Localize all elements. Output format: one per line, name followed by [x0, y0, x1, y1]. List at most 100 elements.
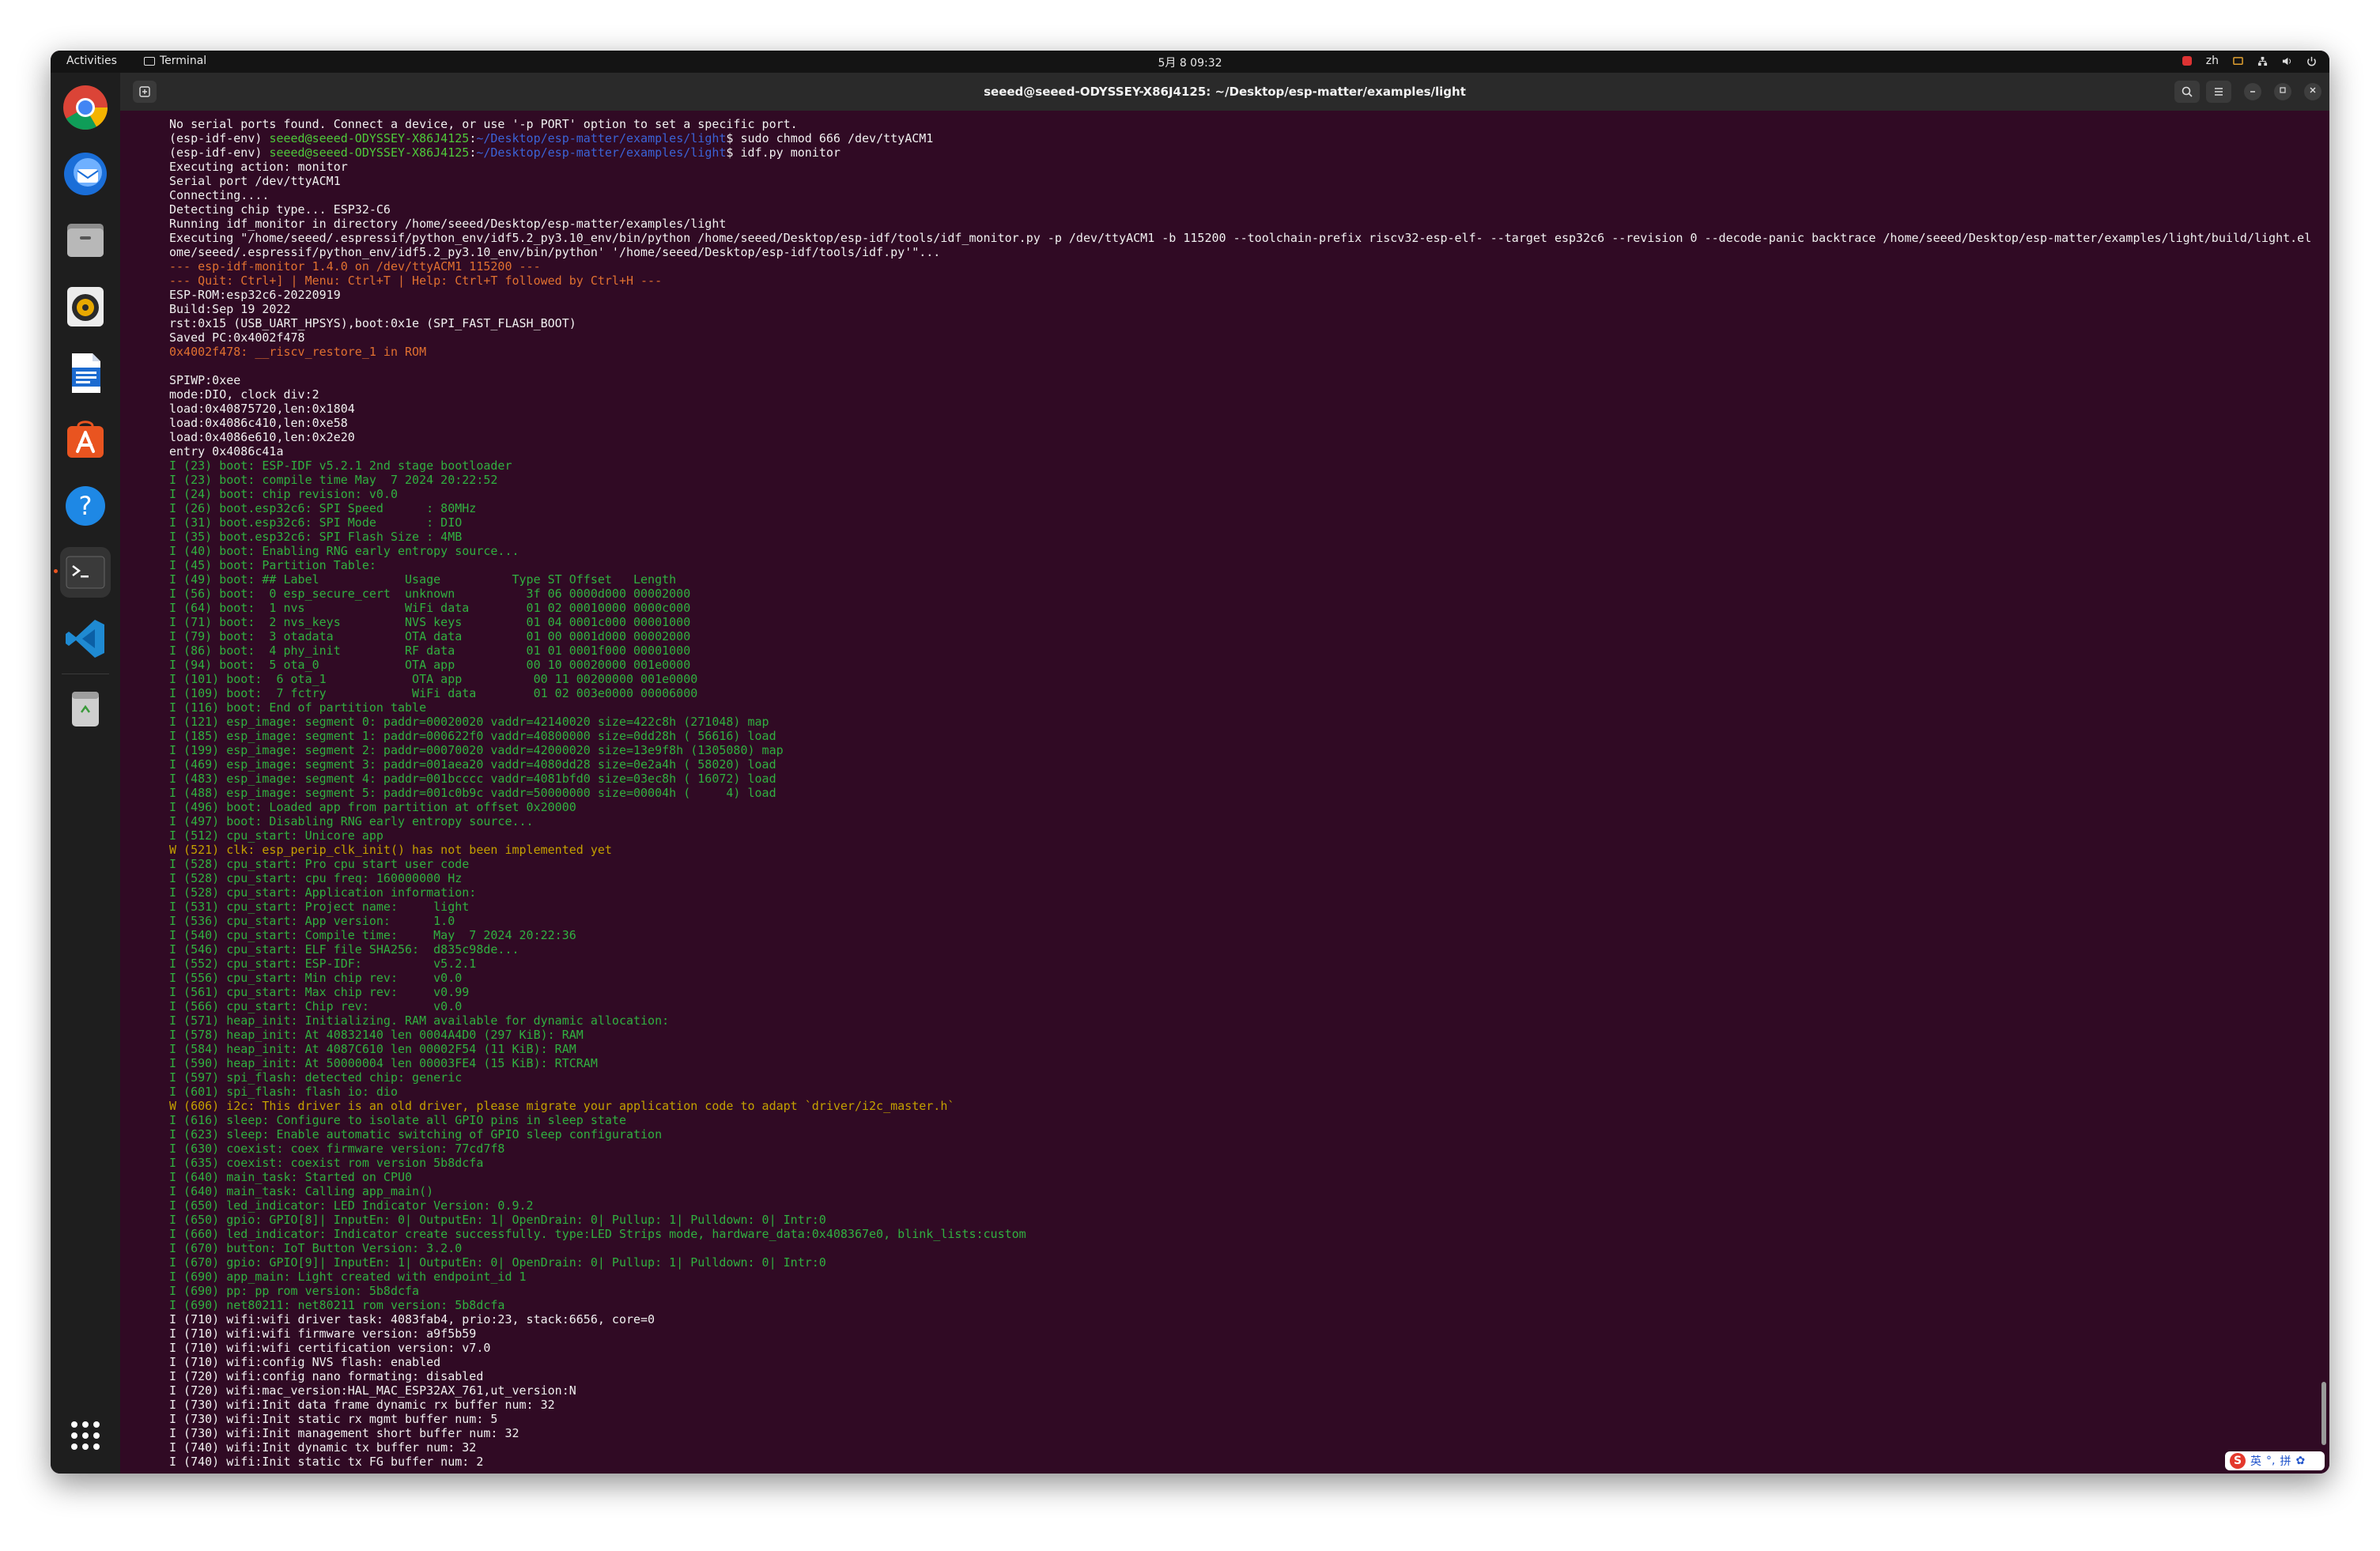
terminal-line: Serial port /dev/ttyACM1	[169, 174, 341, 188]
terminal-line: Build:Sep 19 2022	[169, 302, 291, 316]
terminal-line: I (740) wifi:Init static tx FG buffer nu…	[169, 1455, 484, 1469]
terminal-line: I (116) boot: End of partition table	[169, 700, 427, 715]
terminal-line: I (690) net80211: net80211 rom version: …	[169, 1298, 505, 1312]
app-center-icon[interactable]	[60, 414, 111, 465]
app-menu-label: Terminal	[160, 55, 207, 67]
thunderbird-icon[interactable]	[60, 149, 111, 199]
ime-punct[interactable]: °,	[2266, 1455, 2275, 1467]
terminal-line: Executing "/home/seeed/.espressif/python…	[169, 231, 2310, 245]
terminal-line: I (730) wifi:Init static rx mgmt buffer …	[169, 1412, 498, 1426]
terminal-icon[interactable]	[60, 547, 111, 598]
terminal-line: load:0x4086c410,len:0xe58	[169, 416, 348, 430]
terminal-line: I (670) button: IoT Button Version: 3.2.…	[169, 1241, 463, 1255]
writer-icon[interactable]	[60, 348, 111, 398]
terminal-small-icon	[144, 56, 155, 66]
terminal-line: No serial ports found. Connect a device,…	[169, 117, 798, 131]
power-icon[interactable]	[2306, 56, 2317, 66]
running-indicator	[54, 569, 58, 573]
terminal-line: I (630) coexist: coex firmware version: …	[169, 1142, 505, 1156]
terminal-line: I (601) spi_flash: flash io: dio	[169, 1085, 398, 1099]
terminal-line: I (121) esp_image: segment 0: paddr=0002…	[169, 715, 769, 729]
network-icon[interactable]	[2257, 56, 2268, 66]
terminal-line: --- esp-idf-monitor 1.4.0 on /dev/ttyACM…	[169, 259, 541, 274]
scrollbar-thumb[interactable]	[2321, 1382, 2326, 1445]
rhythmbox-icon[interactable]	[60, 281, 111, 332]
prompt-env: (esp-idf-env)	[169, 131, 270, 145]
terminal-line: I (730) wifi:Init management short buffe…	[169, 1426, 519, 1440]
notification-icon[interactable]	[2233, 56, 2243, 66]
minimize-icon	[2250, 91, 2255, 92]
terminal-line: I (561) cpu_start: Max chip rev: v0.99	[169, 985, 470, 999]
terminal-line: I (740) wifi:Init dynamic tx buffer num:…	[169, 1440, 477, 1455]
sogou-logo-icon[interactable]: S	[2230, 1453, 2246, 1469]
vscode-icon[interactable]	[60, 613, 111, 664]
terminal-line: I (109) boot: 7 fctry WiFi data 01 02 00…	[169, 686, 698, 700]
terminal-line: I (24) boot: chip revision: v0.0	[169, 487, 398, 501]
ime-lang[interactable]: 英	[2250, 1453, 2261, 1469]
terminal-line: I (710) wifi:wifi driver task: 4083fab4,…	[169, 1312, 655, 1326]
terminal-line: I (650) led_indicator: LED Indicator Ver…	[169, 1198, 534, 1213]
help-icon[interactable]: ?	[60, 481, 111, 531]
system-tray[interactable]: zh	[2182, 55, 2317, 67]
prompt-path: ~/Desktop/esp-matter/examples/light	[476, 131, 727, 145]
ime-mode[interactable]: 拼	[2280, 1453, 2291, 1469]
terminal-line: 0x4002f478: __riscv_restore_1 in ROM	[169, 345, 427, 359]
terminal-line: I (640) main_task: Started on CPU0	[169, 1170, 413, 1184]
trash-icon[interactable]	[60, 683, 111, 734]
terminal-line: I (23) boot: ESP-IDF v5.2.1 2nd stage bo…	[169, 459, 512, 473]
dock: ?	[51, 73, 120, 1474]
minimize-button[interactable]	[2244, 83, 2261, 100]
ime-settings-icon[interactable]: ✿	[2295, 1455, 2305, 1467]
terminal-titlebar[interactable]: seeed@seeed-ODYSSEY-X86J4125: ~/Desktop/…	[120, 73, 2329, 111]
terminal-line: load:0x40875720,len:0x1804	[169, 402, 355, 416]
terminal-line: ome/seeed/.espressif/python_env/idf5.2_p…	[169, 245, 941, 259]
terminal-line: I (566) cpu_start: Chip rev: v0.0	[169, 999, 463, 1013]
terminal-line: I (199) esp_image: segment 2: paddr=0007…	[169, 743, 784, 757]
close-button[interactable]	[2304, 83, 2321, 100]
terminal-line: I (616) sleep: Configure to isolate all …	[169, 1113, 626, 1127]
terminal-line: I (660) led_indicator: Indicator create …	[169, 1227, 1026, 1241]
desktop-screen: Activities Terminal 5月 8 09:32 zh ? seee…	[51, 51, 2329, 1474]
terminal-line: I (571) heap_init: Initializing. RAM ava…	[169, 1013, 670, 1028]
ime-status-icon[interactable]	[2182, 56, 2192, 66]
terminal-line: I (690) pp: pp rom version: 5b8dcfa	[169, 1284, 420, 1298]
terminal-line: entry 0x4086c41a	[169, 444, 284, 459]
terminal-line: I (49) boot: ## Label Usage Type ST Offs…	[169, 572, 677, 587]
terminal-line: SPIWP:0xee	[169, 373, 241, 387]
search-button[interactable]	[2174, 81, 2200, 103]
terminal-line: Detecting chip type... ESP32-C6	[169, 202, 391, 217]
terminal-line: I (546) cpu_start: ELF file SHA256: d835…	[169, 942, 519, 957]
terminal-line: I (552) cpu_start: ESP-IDF: v5.2.1	[169, 957, 477, 971]
maximize-button[interactable]	[2274, 83, 2291, 100]
volume-icon[interactable]	[2282, 56, 2292, 66]
search-icon	[2182, 86, 2193, 97]
menu-button[interactable]	[2206, 81, 2231, 103]
input-language[interactable]: zh	[2206, 55, 2219, 67]
terminal-line: I (635) coexist: coexist rom version 5b8…	[169, 1156, 484, 1170]
clock[interactable]: 5月 8 09:32	[1158, 55, 1222, 70]
terminal-line: I (71) boot: 2 nvs_keys NVS keys 01 04 0…	[169, 615, 691, 629]
terminal-line: mode:DIO, clock div:2	[169, 387, 319, 402]
window-title: seeed@seeed-ODYSSEY-X86J4125: ~/Desktop/…	[984, 85, 1466, 99]
terminal-line: I (710) wifi:wifi firmware version: a9f5…	[169, 1326, 477, 1341]
activities-button[interactable]: Activities	[66, 55, 117, 67]
files-icon[interactable]	[60, 215, 111, 266]
top-bar: Activities Terminal 5月 8 09:32 zh	[51, 51, 2329, 73]
terminal-line: I (528) cpu_start: Pro cpu start user co…	[169, 857, 470, 871]
terminal-line: I (45) boot: Partition Table:	[169, 558, 376, 572]
terminal-line: I (512) cpu_start: Unicore app	[169, 828, 383, 843]
prompt-user: seeed@seeed-ODYSSEY-X86J4125	[269, 131, 470, 145]
terminal-line: I (710) wifi:wifi certification version:…	[169, 1341, 491, 1355]
app-menu[interactable]: Terminal	[144, 55, 206, 67]
terminal-line: W (606) i2c: This driver is an old drive…	[169, 1099, 955, 1113]
app-grid-icon[interactable]	[60, 1410, 111, 1461]
terminal-line: I (40) boot: Enabling RNG early entropy …	[169, 544, 519, 558]
terminal-area[interactable]: No serial ports found. Connect a device,…	[120, 111, 2329, 1474]
ime-toolbar[interactable]: S 英 °, 拼 ✿	[2225, 1451, 2325, 1470]
chrome-icon[interactable]	[60, 82, 111, 133]
prompt-user: seeed@seeed-ODYSSEY-X86J4125	[269, 145, 470, 160]
terminal-line: I (497) boot: Disabling RNG early entrop…	[169, 814, 534, 828]
terminal-line: I (56) boot: 0 esp_secure_cert unknown 3…	[169, 587, 691, 601]
terminal-line: I (730) wifi:Init data frame dynamic rx …	[169, 1398, 555, 1412]
terminal-line: I (496) boot: Loaded app from partition …	[169, 800, 576, 814]
